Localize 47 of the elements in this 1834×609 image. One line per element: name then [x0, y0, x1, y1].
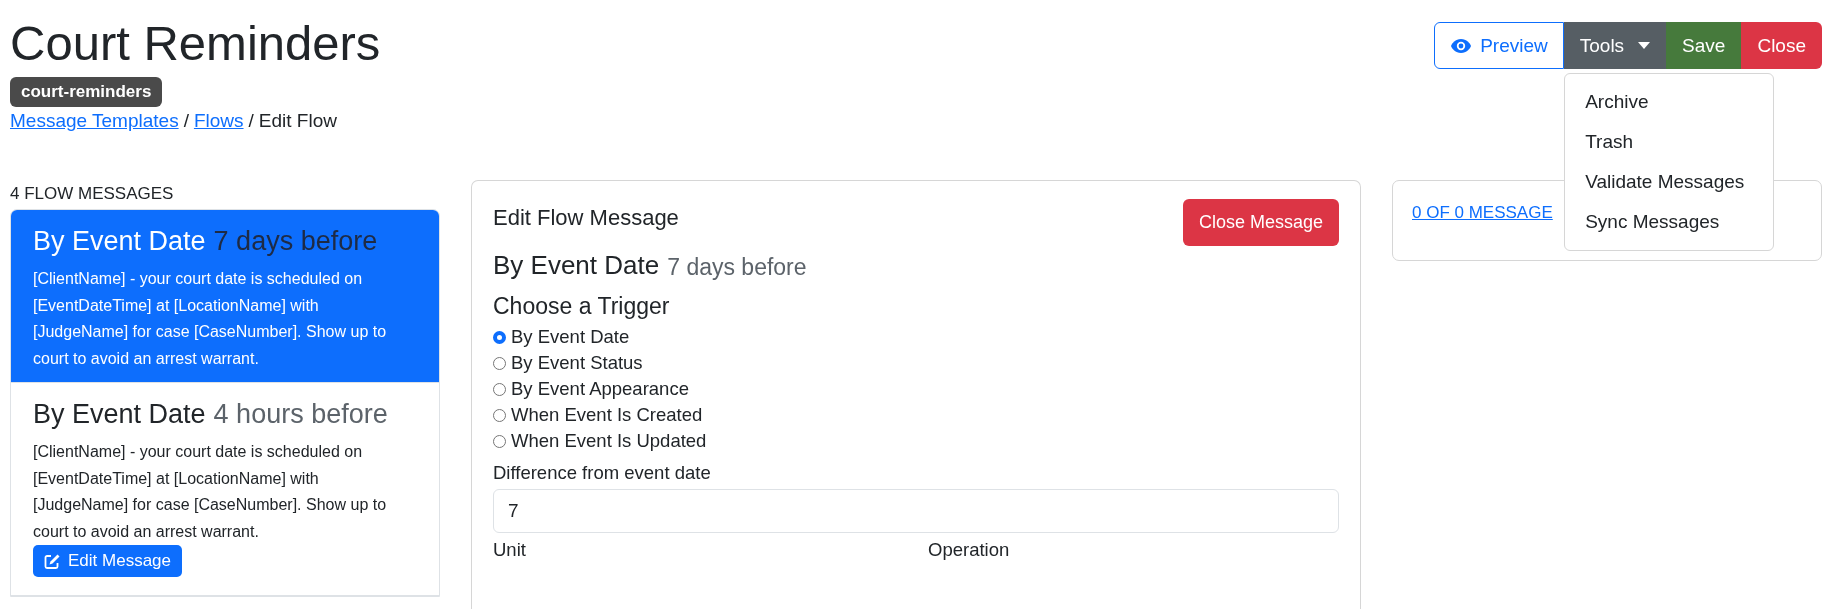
- section-heading: 4 FLOW MESSAGES: [10, 184, 175, 204]
- radio-label: By Event Status: [511, 352, 643, 374]
- breadcrumb-current: Edit Flow: [258, 110, 337, 132]
- breadcrumb-link[interactable]: Message Templates: [10, 110, 179, 132]
- caret-icon: [1638, 42, 1651, 49]
- message-trigger: By Event Date: [493, 250, 660, 281]
- radio-label: By Event Appearance: [511, 378, 689, 400]
- radio-label: When Event Is Updated: [511, 430, 707, 452]
- section-heading: Choose a Trigger: [493, 293, 671, 320]
- message-trigger: By Event Date: [33, 225, 206, 258]
- radio-label: By Event Date: [511, 326, 630, 348]
- field-label: Operation: [928, 539, 1011, 561]
- field-label: Difference from event date: [493, 462, 712, 484]
- message-timing: 7 days before: [667, 254, 807, 281]
- menu-item[interactable]: Validate Messages: [1565, 162, 1774, 202]
- close-button[interactable]: Close: [1741, 22, 1822, 69]
- card-title: Edit Flow Message: [493, 205, 679, 231]
- radio-button[interactable]: [493, 382, 506, 396]
- message-body: [ClientName] - your court date is scheduled on [EventDateTime] at [LocationName] with [JudgeName] for case [CaseNumber]. Show up to court to avoid an arrest warrant.: [33, 442, 388, 542]
- eye-icon: [1450, 37, 1473, 54]
- breadcrumb-separator: /: [183, 110, 189, 132]
- page-title: Court Reminders: [10, 15, 381, 72]
- radio-button[interactable]: [493, 434, 506, 448]
- slug-badge: court-reminders: [10, 77, 163, 107]
- radio-button[interactable]: [493, 408, 506, 422]
- save-button[interactable]: Save: [1666, 22, 1742, 69]
- breadcrumb-separator: /: [248, 110, 254, 132]
- message-timing: 7 days before: [213, 225, 378, 258]
- radio-button[interactable]: [493, 356, 506, 370]
- edit-message-button[interactable]: Edit Message: [33, 545, 182, 577]
- tools-dropdown-button[interactable]: Tools: [1563, 22, 1667, 69]
- close-message-button[interactable]: Close Message: [1182, 199, 1339, 246]
- menu-item[interactable]: Trash: [1565, 122, 1774, 162]
- preview-button[interactable]: Preview: [1434, 22, 1564, 69]
- breadcrumb-link[interactable]: Flows: [193, 110, 244, 132]
- menu-item[interactable]: Archive: [1565, 82, 1774, 122]
- field-label: Unit: [493, 539, 527, 561]
- message-timing: 4 hours before: [213, 398, 388, 431]
- radio-label: When Event Is Created: [511, 404, 703, 426]
- flow-message-item[interactable]: By Event Date 7 days before [ClientName] - your court date is scheduled on [EventDateTime] at [LocationName] with [JudgeName] for case [CaseNumber]. Show up to court to avoid an arrest warrant.: [11, 210, 439, 383]
- input-field[interactable]: 7: [493, 489, 1339, 533]
- edit-icon: [44, 552, 61, 570]
- message-count-link[interactable]: 0 OF 0 MESSAGE: [1412, 203, 1553, 222]
- radio-button[interactable]: [493, 330, 506, 344]
- menu-item[interactable]: Sync Messages: [1565, 202, 1774, 242]
- message-trigger: By Event Date: [33, 398, 206, 431]
- message-body: [ClientName] - your court date is scheduled on [EventDateTime] at [LocationName] with [JudgeName] for case [CaseNumber]. Show up to court to avoid an arrest warrant.: [33, 269, 388, 369]
